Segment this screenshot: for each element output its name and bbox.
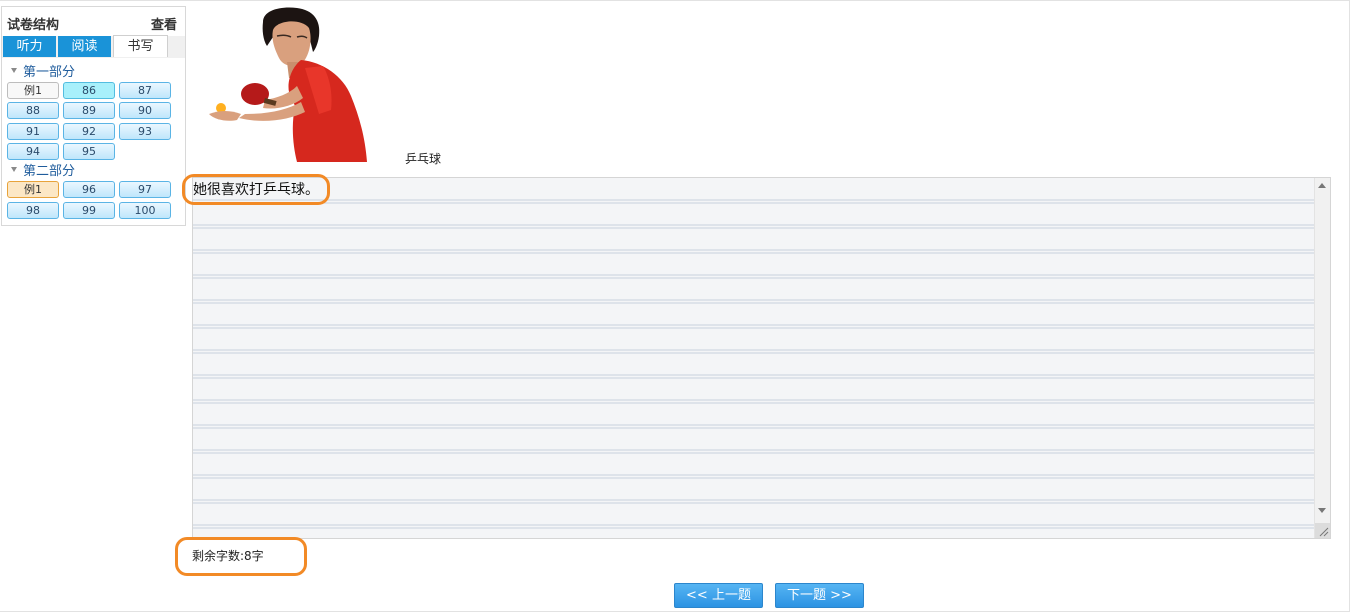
scroll-down-arrow-icon[interactable]	[1318, 508, 1326, 513]
tab-writing[interactable]: 书写	[113, 35, 168, 57]
part-one-label: 第一部分	[23, 65, 76, 80]
question-button[interactable]: 96	[63, 181, 115, 198]
question-button[interactable]: 97	[119, 181, 171, 198]
question-button[interactable]: 99	[63, 202, 115, 219]
view-link[interactable]: 查看	[151, 14, 177, 33]
tab-listening[interactable]: 听力	[3, 36, 56, 57]
answer-highlight-outline	[182, 174, 330, 205]
next-question-button[interactable]: 下一题 >>	[775, 583, 864, 608]
question-button[interactable]: 87	[119, 82, 171, 99]
part-one-toggle[interactable]: 第一部分	[11, 61, 75, 80]
triangle-down-icon	[11, 68, 17, 73]
table-tennis-player-photo	[209, 7, 367, 162]
tab-reading[interactable]: 阅读	[58, 36, 111, 57]
question-button[interactable]: 88	[7, 102, 59, 119]
question-button[interactable]: 例1	[7, 82, 59, 99]
question-button[interactable]: 93	[119, 123, 171, 140]
image-caption: 乒乓球	[405, 152, 442, 166]
part-two-toggle[interactable]: 第二部分	[11, 160, 75, 179]
textarea-scrollbar[interactable]	[1314, 178, 1330, 538]
question-button[interactable]: 91	[7, 123, 59, 140]
resize-grip-icon[interactable]	[1315, 523, 1330, 538]
question-button[interactable]: 90	[119, 102, 171, 119]
ruled-lines	[193, 199, 1314, 529]
question-button[interactable]: 89	[63, 102, 115, 119]
triangle-down-icon	[11, 167, 17, 172]
question-button[interactable]: 92	[63, 123, 115, 140]
part-two-label: 第二部分	[23, 164, 76, 179]
word-count-highlight-outline	[175, 537, 307, 576]
panel-header: 试卷结构 查看	[2, 7, 185, 35]
section-tabs: 听力 阅读 书写	[2, 35, 185, 58]
question-button[interactable]: 100	[119, 202, 171, 219]
answer-textarea[interactable]: 她很喜欢打乒乓球。	[192, 177, 1331, 539]
exam-structure-panel: 试卷结构 查看 听力 阅读 书写 第一部分 例1 86 87 88 89 90 …	[1, 6, 186, 226]
panel-title: 试卷结构	[7, 18, 60, 33]
previous-question-button[interactable]: << 上一题	[674, 583, 763, 608]
question-button[interactable]: 86	[63, 82, 115, 99]
question-button[interactable]: 例1	[7, 181, 59, 198]
question-button[interactable]: 98	[7, 202, 59, 219]
scroll-up-arrow-icon[interactable]	[1318, 183, 1326, 188]
question-button[interactable]: 94	[7, 143, 59, 160]
question-button[interactable]: 95	[63, 143, 115, 160]
